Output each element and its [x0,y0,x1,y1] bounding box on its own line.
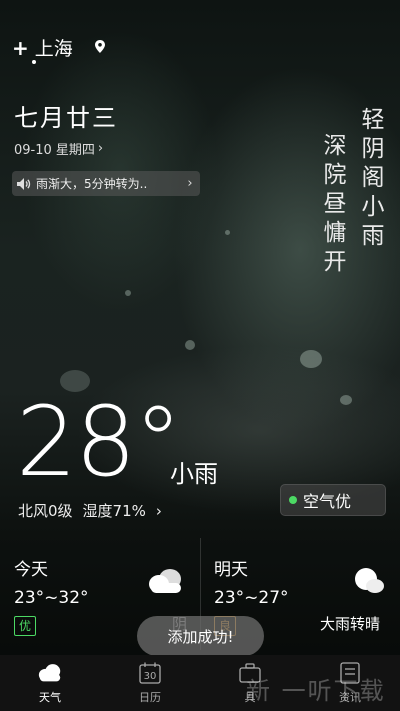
aqi-status-dot [289,496,297,504]
forecast-day: 今天 [14,560,48,580]
forecast-quality-badge: 优 [14,616,36,636]
aqi-label: 空气优 [303,492,352,511]
tab-calendar[interactable]: 30 日历 [100,655,200,711]
raindrop [185,340,195,350]
chevron-right-icon: › [155,501,162,520]
poem-line-1: 轻阴阁小雨 [361,107,385,249]
watermark-text: 新 一听下载 [246,677,386,705]
wind-humidity[interactable]: 北风0级 湿度71% › [18,500,162,521]
cloud-sun-icon [355,568,384,593]
forecast-day: 明天 [214,560,248,580]
forecast-desc: 大雨转晴 [320,615,381,633]
calendar-icon: 30 [137,661,163,685]
location-pin-icon [95,40,105,53]
current-temperature: 28° [16,386,182,498]
forecast-range: 23°~27° [214,588,289,608]
tab-label: 日历 [139,691,161,704]
alert-text[interactable]: 雨渐大，5分钟转为.. [36,175,180,192]
weather-alert-banner[interactable]: 雨渐大，5分钟转为.. › [12,171,200,196]
calendar-day: 30 [143,670,157,682]
lunar-date: 七月廿三 [14,104,118,132]
air-quality-button[interactable]: 空气优 [280,484,386,516]
poem-line-2: 深院昼慵开 [323,133,347,275]
wind-info: 北风0级 [18,502,73,520]
current-condition: 小雨 [170,460,218,488]
city-name[interactable]: 上海 [35,34,73,61]
tab-weather[interactable]: 天气 [0,655,100,711]
gregorian-date-text[interactable]: 09-10 星期四 [14,139,95,158]
raindrop [340,395,352,405]
forecast-range: 23°~32° [14,588,89,608]
raindrop [225,230,230,235]
chevron-right-icon: › [187,176,193,191]
chevron-right-icon: › [97,141,104,156]
add-city-icon[interactable]: + [12,36,29,60]
speaker-icon[interactable] [12,177,36,190]
raindrop [125,290,131,296]
humidity-info: 湿度71% [82,502,146,520]
location-selector[interactable]: + 上海 [12,34,73,61]
gregorian-date[interactable]: 09-10 星期四 › [14,139,103,158]
raindrop [300,350,322,368]
page-indicator-dot [32,60,36,64]
toast-message: 添加成功! [137,616,264,656]
tab-label: 天气 [39,691,61,704]
cloud-icon [37,661,63,685]
cloud-icon [149,569,181,593]
